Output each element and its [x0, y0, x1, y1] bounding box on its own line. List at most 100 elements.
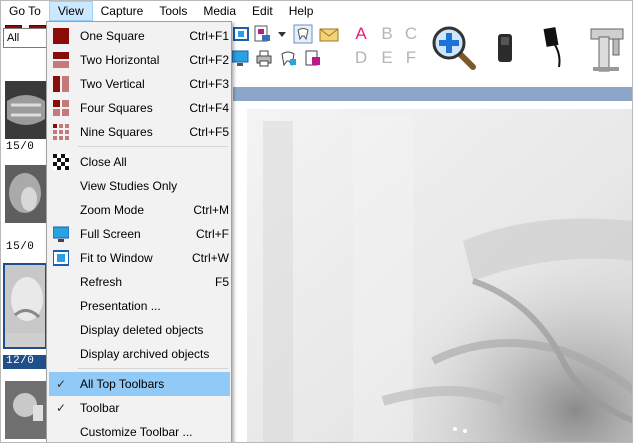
- print-tool-button[interactable]: [255, 49, 273, 67]
- capture-tool-button[interactable]: [253, 24, 273, 44]
- fit-window-icon: [233, 27, 249, 41]
- capture-dropdown-button[interactable]: [277, 29, 287, 39]
- tool-letter-b[interactable]: B: [377, 24, 397, 44]
- menu-item-label: Four Squares: [80, 101, 153, 115]
- menu-item-display-archived[interactable]: Display archived objects: [49, 342, 230, 366]
- menu-item-shortcut: Ctrl+F: [196, 227, 229, 241]
- tool-letter-d[interactable]: D: [351, 48, 371, 68]
- menu-media[interactable]: Media: [195, 1, 244, 21]
- menu-item-label: All Top Toolbars: [80, 377, 165, 391]
- menu-item-view-studies-only[interactable]: View Studies Only: [49, 174, 230, 198]
- xray-viewer[interactable]: [233, 101, 632, 442]
- two-vertical-icon: [53, 76, 69, 92]
- menu-item-label: Fit to Window: [80, 251, 153, 265]
- menu-item-label: Refresh: [80, 275, 123, 289]
- tool-letter-c[interactable]: C: [401, 24, 421, 44]
- thumbnail-2-date: 15/0: [6, 241, 35, 253]
- one-square-icon: [53, 28, 69, 44]
- menu-item-display-deleted[interactable]: Display deleted objects: [49, 318, 230, 342]
- menu-tools[interactable]: Tools: [151, 1, 195, 21]
- menu-item-nine-squares[interactable]: Nine Squares Ctrl+F5: [49, 120, 230, 144]
- menu-item-presentation[interactable]: Presentation ...: [49, 294, 230, 318]
- menu-item-shortcut: Ctrl+W: [192, 251, 229, 265]
- thumbnail-2[interactable]: [5, 165, 47, 223]
- menu-item-one-square[interactable]: One Square Ctrl+F1: [49, 24, 230, 48]
- xray-thumbnail-image: [5, 381, 47, 439]
- menu-item-label: Close All: [80, 155, 127, 169]
- document-export-icon: [305, 50, 320, 66]
- menu-item-customize-toolbar[interactable]: Customize Toolbar ...: [49, 420, 230, 442]
- menu-item-shortcut: Ctrl+F3: [189, 77, 229, 91]
- tool-letter-f[interactable]: F: [401, 48, 421, 68]
- viewer-header-strip: [233, 87, 632, 101]
- xray-thumbnail-image: [5, 81, 47, 139]
- monitor-icon: [231, 50, 249, 66]
- two-horizontal-icon: [53, 52, 69, 68]
- document-capture-icon: [254, 25, 270, 42]
- menu-item-all-top-toolbars[interactable]: ✓ All Top Toolbars: [49, 372, 230, 396]
- xray-sensor-tool-button[interactable]: [541, 25, 569, 69]
- menu-item-shortcut: Ctrl+F4: [189, 101, 229, 115]
- menu-item-close-all[interactable]: Close All: [49, 150, 230, 174]
- monitor-tool-button[interactable]: [231, 49, 249, 67]
- tool-letter-a[interactable]: A: [351, 24, 371, 44]
- menu-item-zoom-mode[interactable]: Zoom Mode Ctrl+M: [49, 198, 230, 222]
- menu-item-shortcut: Ctrl+F5: [189, 125, 229, 139]
- menu-item-label: One Square: [80, 29, 145, 43]
- menu-item-toolbar[interactable]: ✓ Toolbar: [49, 396, 230, 420]
- menu-item-label: View Studies Only: [80, 179, 178, 193]
- menu-help[interactable]: Help: [281, 1, 322, 21]
- checkered-flag-icon: [53, 154, 69, 170]
- phone-sensor-icon: [498, 34, 512, 62]
- view-menu-dropdown: One Square Ctrl+F1 Two Horizontal Ctrl+F…: [46, 21, 232, 442]
- menu-view[interactable]: View: [48, 1, 93, 21]
- skull-xray-image: [233, 101, 632, 442]
- thumbnail-4[interactable]: [5, 381, 47, 439]
- panoramic-tool-button[interactable]: [583, 23, 629, 73]
- menu-item-two-horizontal[interactable]: Two Horizontal Ctrl+F2: [49, 48, 230, 72]
- panoramic-machine-icon: [590, 28, 624, 72]
- thumbnail-1[interactable]: [5, 81, 47, 139]
- menu-item-full-screen[interactable]: Full Screen Ctrl+F: [49, 222, 230, 246]
- menu-item-shortcut: Ctrl+F1: [189, 29, 229, 43]
- menu-separator: [78, 368, 228, 369]
- thumbnail-sidebar: 15/0 15/0 12/0: [1, 67, 49, 442]
- application-window: Go To View Capture Tools Media Edit Help: [0, 0, 633, 443]
- xray-thumbnail-image: [5, 265, 45, 333]
- menu-item-shortcut: F5: [214, 275, 229, 289]
- tool-letter-e[interactable]: E: [377, 48, 397, 68]
- mail-tool-button[interactable]: [319, 24, 339, 44]
- menu-item-label: Presentation ...: [80, 299, 161, 313]
- export-tool-button[interactable]: [303, 49, 321, 67]
- sensor-tool-button[interactable]: [491, 31, 519, 67]
- tooth-tool-button[interactable]: [293, 24, 313, 44]
- chevron-down-icon: [278, 32, 286, 37]
- menu-item-four-squares[interactable]: Four Squares Ctrl+F4: [49, 96, 230, 120]
- menu-item-label: Toolbar: [80, 401, 120, 415]
- menu-item-label: Customize Toolbar ...: [80, 425, 193, 439]
- check-icon: ✓: [55, 377, 67, 391]
- fit-window-tool-button[interactable]: [233, 26, 249, 42]
- menu-item-refresh[interactable]: Refresh F5: [49, 270, 230, 294]
- menu-item-label: Display deleted objects: [80, 323, 204, 337]
- magnifier-plus-icon: [432, 26, 476, 70]
- tooth-chart-tool-button[interactable]: [279, 49, 297, 67]
- four-squares-icon: [53, 100, 69, 116]
- fit-window-icon: [53, 250, 69, 266]
- menu-item-label: Two Horizontal: [80, 53, 160, 67]
- printer-icon: [256, 50, 272, 67]
- menu-item-fit-to-window[interactable]: Fit to Window Ctrl+W: [49, 246, 230, 270]
- menu-item-shortcut: Ctrl+M: [193, 203, 229, 217]
- menu-bar: Go To View Capture Tools Media Edit Help: [1, 1, 632, 21]
- monitor-icon: [53, 226, 69, 242]
- thumbnail-3-selected[interactable]: [3, 263, 47, 349]
- menu-item-label: Two Vertical: [80, 77, 145, 91]
- zoom-tool-button[interactable]: [431, 25, 479, 73]
- sensor-cable-icon: [543, 27, 561, 68]
- menu-item-label: Display archived objects: [80, 347, 210, 361]
- menu-item-two-vertical[interactable]: Two Vertical Ctrl+F3: [49, 72, 230, 96]
- menu-goto[interactable]: Go To: [1, 1, 49, 21]
- filter-select[interactable]: All: [3, 28, 49, 48]
- menu-edit[interactable]: Edit: [244, 1, 281, 21]
- menu-capture[interactable]: Capture: [93, 1, 152, 21]
